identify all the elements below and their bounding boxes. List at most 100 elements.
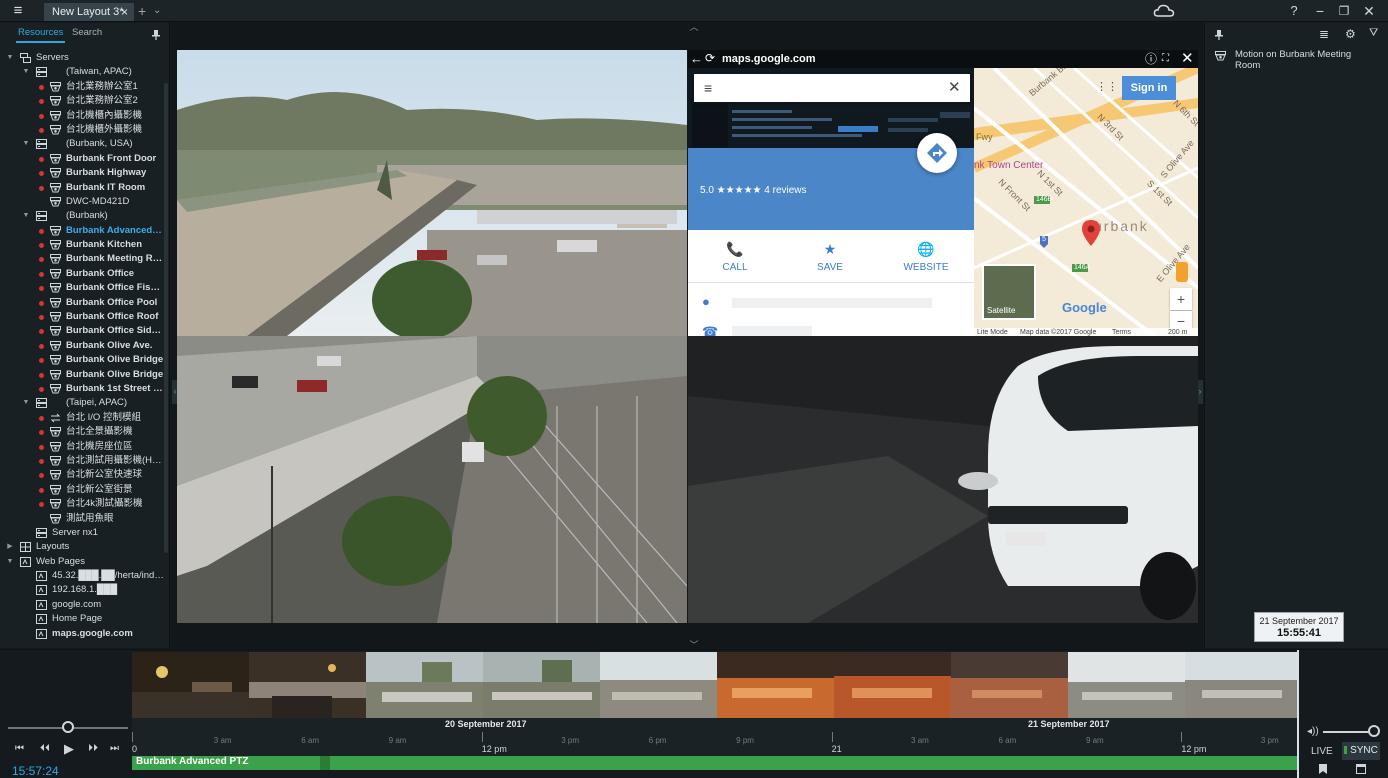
sync-button[interactable]: SYNC <box>1342 742 1380 760</box>
tree-item[interactable]: Burbank Olive Ave. <box>0 339 164 353</box>
go-to-end-button[interactable]: ⏭ <box>110 743 119 754</box>
close-tab-icon[interactable]: × <box>121 3 128 21</box>
tree-item[interactable]: ▼ (Taipei, APAC) <box>0 396 164 410</box>
expand-arrow-icon[interactable]: ▼ <box>22 65 30 79</box>
web-page-item-maps[interactable]: ← ⟳ maps.google.com ⓘ ⛶ ✕ ≡ ✕ 5.0 ★★★★★ … <box>688 50 1198 336</box>
expand-arrow-icon[interactable]: ▼ <box>22 137 30 151</box>
tree-item[interactable]: ▼ Web Pages <box>0 555 164 569</box>
layout-tab[interactable]: New Layout 3* × <box>44 3 134 21</box>
tree-item[interactable]: Home Page <box>0 612 164 626</box>
tree-item[interactable]: Server nx1 <box>0 526 164 540</box>
tree-item[interactable]: 台北全景攝影機 <box>0 425 164 439</box>
tree-item[interactable]: 台北測試用攝影機(H2... <box>0 454 164 468</box>
restore-button[interactable]: ❐ <box>1337 3 1351 19</box>
call-button[interactable]: 📞 CALL <box>700 240 770 273</box>
website-button[interactable]: 🌐 WEBSITE <box>891 240 961 273</box>
expand-arrow-icon[interactable]: ▼ <box>22 396 30 410</box>
filter-icon[interactable]: ⛛ <box>1369 27 1378 40</box>
tree-item[interactable]: Burbank Highway <box>0 166 164 180</box>
close-item-icon[interactable]: ✕ <box>1181 50 1194 67</box>
tree-item[interactable]: Burbank Office Fisheye <box>0 281 164 295</box>
directions-button[interactable] <box>917 133 957 173</box>
previous-frame-button[interactable]: ⏴⏴ <box>40 743 50 754</box>
sign-in-button[interactable]: Sign in <box>1122 76 1176 100</box>
info-icon[interactable]: ⓘ <box>1145 51 1157 67</box>
play-button[interactable]: ▶ <box>64 741 74 757</box>
tree-item[interactable]: Burbank Office Roof <box>0 310 164 324</box>
tab-resources[interactable]: Resources <box>15 27 66 43</box>
pin-icon[interactable] <box>1215 30 1223 40</box>
timeline-thumbnails[interactable] <box>132 652 1298 718</box>
tab-list-chevron-icon[interactable]: ⌄ <box>153 3 165 19</box>
help-button[interactable]: ? <box>1287 3 1301 19</box>
satellite-toggle[interactable]: Satellite <box>982 264 1036 320</box>
volume-slider-handle[interactable] <box>1368 725 1380 737</box>
tree-item[interactable]: 台北 I/O 控制模組 <box>0 411 164 425</box>
apps-grid-icon[interactable]: ⋮⋮⋮ <box>1096 80 1129 94</box>
add-tab-button[interactable]: + <box>138 3 152 19</box>
tree-item[interactable]: Burbank Office Side ... <box>0 324 164 338</box>
minimize-button[interactable]: − <box>1313 3 1327 19</box>
expand-arrow-icon[interactable]: ▼ <box>22 209 30 223</box>
tree-item[interactable]: ▼ (Taiwan, APAC) <box>0 65 164 79</box>
volume-slider-track[interactable] <box>1323 731 1373 733</box>
map-poi-town-center[interactable]: nk Town Center <box>974 160 1043 171</box>
notification-motion[interactable]: Motion on Burbank Meeting Room <box>1235 49 1375 71</box>
tree-item[interactable]: 台北業務辦公室2 <box>0 94 164 108</box>
reload-icon[interactable]: ⟳ <box>705 50 717 67</box>
tree-item[interactable]: 台北業務辦公室1 <box>0 80 164 94</box>
tree-item[interactable]: ▼ (Burbank) <box>0 209 164 223</box>
tree-item[interactable]: 45.32.███.██/herta/inde... <box>0 569 164 583</box>
tab-search[interactable]: Search <box>72 27 102 38</box>
google-map[interactable]: Burbank Blvd N 3rd St N 6th St Fwy N 1st… <box>974 68 1198 336</box>
back-arrow-icon[interactable]: ← <box>690 50 703 67</box>
save-button[interactable]: ★ SAVE <box>795 240 865 273</box>
tree-item[interactable]: ▶ Layouts <box>0 540 164 554</box>
tree-item[interactable]: 台北新公室快速球 <box>0 468 164 482</box>
close-window-button[interactable]: ✕ <box>1362 3 1376 19</box>
tree-item[interactable]: Burbank 1st Street Int... <box>0 382 164 396</box>
map-marker-icon[interactable] <box>1082 220 1100 246</box>
street-view-pegman-icon[interactable] <box>1176 262 1188 282</box>
tree-item[interactable]: Burbank Advanced PTZ <box>0 224 164 238</box>
tree-item[interactable]: 台北機櫃內攝影機 <box>0 109 164 123</box>
tree-item[interactable]: DWC-MD421D <box>0 195 164 209</box>
tree-item[interactable]: maps.google.com <box>0 627 164 641</box>
tree-item[interactable]: 台北機房座位區 <box>0 440 164 454</box>
volume-icon[interactable]: ◂)) <box>1307 726 1319 737</box>
tree-item[interactable]: 台北4k測試攝影機 <box>0 497 164 511</box>
maps-search-box[interactable]: ≡ ✕ <box>694 74 970 102</box>
speed-slider-handle[interactable] <box>62 721 74 733</box>
next-frame-button[interactable]: ⏵⏵ <box>88 743 98 754</box>
cloud-icon[interactable] <box>1153 3 1175 19</box>
bookmark-icon[interactable] <box>1318 764 1328 774</box>
tree-item[interactable]: 台北機櫃外攝影機 <box>0 123 164 137</box>
main-menu-button[interactable]: ≡ <box>8 3 28 19</box>
hamburger-menu-icon[interactable]: ≡ <box>704 80 712 96</box>
recording-track[interactable]: Burbank Advanced PTZ <box>132 756 1298 770</box>
calendar-icon[interactable] <box>1356 764 1366 774</box>
live-button[interactable]: LIVE <box>1311 744 1337 760</box>
camera-item-highway[interactable] <box>177 50 687 336</box>
collapse-arrow-icon[interactable]: ▶ <box>6 540 14 554</box>
tree-item[interactable]: Burbank Olive Bridge <box>0 353 164 367</box>
tree-item[interactable]: Burbank Meeting Room <box>0 252 164 266</box>
tree-item[interactable]: Burbank IT Room <box>0 181 164 195</box>
tree-item[interactable]: 測試用魚眼 <box>0 512 164 526</box>
expand-arrow-icon[interactable]: ▼ <box>6 51 14 65</box>
tree-item[interactable]: ▼ (Burbank, USA) <box>0 137 164 151</box>
camera-item-burbank-advanced-ptz[interactable] <box>688 336 1198 623</box>
place-rating[interactable]: 5.0 ★★★★★ 4 reviews <box>700 184 807 198</box>
list-icon[interactable]: ≣ <box>1319 27 1329 41</box>
terms-link[interactable]: Terms <box>1112 328 1131 336</box>
fullscreen-icon[interactable]: ⛶ <box>1162 51 1169 67</box>
clear-search-icon[interactable]: ✕ <box>948 79 961 97</box>
timeline-cursor[interactable] <box>1297 650 1299 778</box>
camera-item-olive-bridge[interactable] <box>177 336 687 623</box>
tree-item[interactable]: 台北新公室街景 <box>0 483 164 497</box>
tree-item[interactable]: Burbank Office Pool <box>0 296 164 310</box>
tree-item[interactable]: Burbank Kitchen <box>0 238 164 252</box>
zoom-in-button[interactable]: + <box>1170 288 1192 310</box>
tree-item[interactable]: Burbank Front Door <box>0 152 164 166</box>
collapse-top-chevron-icon[interactable]: ︿ <box>686 23 702 32</box>
